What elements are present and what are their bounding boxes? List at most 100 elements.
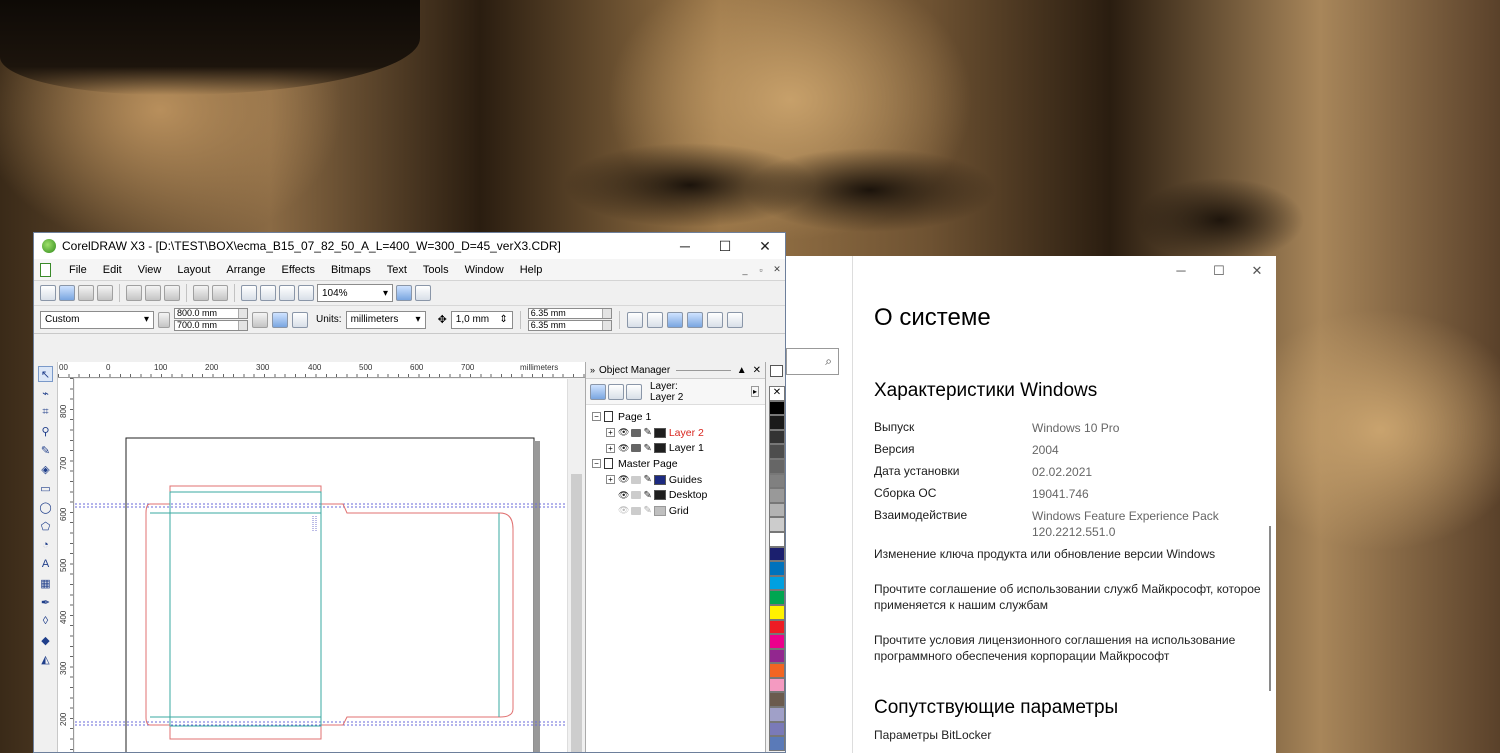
import-icon[interactable] [241, 285, 257, 301]
pencil-icon[interactable]: ✎ [643, 443, 651, 454]
collapse-icon[interactable]: − [592, 412, 601, 422]
layer-manager-view-icon[interactable] [626, 383, 642, 400]
portrait-icon[interactable] [252, 311, 268, 328]
eye-icon[interactable]: 👁 [618, 505, 629, 516]
color-swatch[interactable] [769, 575, 785, 591]
minimize-button[interactable]: ─ [1162, 256, 1200, 285]
color-swatch[interactable] [769, 546, 785, 562]
color-swatch[interactable] [769, 488, 785, 503]
shape-tool-icon[interactable]: ⌁ [38, 385, 53, 401]
save-icon[interactable] [78, 285, 94, 301]
smart-fill-icon[interactable]: ◈ [38, 461, 53, 477]
tree-node-layer2[interactable]: + 👁 ✎ Layer 2 [586, 425, 765, 441]
landscape-icon[interactable] [272, 311, 288, 328]
color-swatch[interactable] [769, 502, 785, 518]
width-spin-icon[interactable] [238, 309, 247, 318]
copy-icon[interactable] [145, 285, 161, 301]
mdi-minimize-button[interactable]: _ [737, 263, 753, 277]
export-icon[interactable] [260, 285, 276, 301]
snap-objects-icon[interactable] [666, 311, 683, 328]
bitlocker-settings-link[interactable]: Параметры BitLocker [874, 727, 1264, 743]
color-swatch[interactable] [769, 648, 785, 664]
paper-width-field[interactable]: 800.0 mm [174, 308, 248, 319]
paste-icon[interactable] [164, 285, 180, 301]
maximize-button[interactable]: ☐ [705, 233, 745, 259]
pencil-icon[interactable]: ✎ [643, 505, 651, 516]
menu-text[interactable]: Text [379, 264, 415, 276]
flyout-arrow-icon[interactable]: ▸ [750, 386, 759, 397]
document-icon[interactable] [40, 262, 51, 277]
pencil-icon[interactable]: ✎ [643, 490, 651, 501]
paper-height-field[interactable]: 700.0 mm [174, 320, 248, 331]
dynamic-guides-icon[interactable] [686, 311, 703, 328]
polygon-tool-icon[interactable]: ⬠ [38, 518, 53, 534]
tree-node-guides[interactable]: + 👁 ✎ Guides [586, 472, 765, 488]
collapse-icon[interactable]: − [592, 459, 601, 469]
tree-node-desktop[interactable]: 👁 ✎ Desktop [586, 487, 765, 503]
menu-help[interactable]: Help [512, 264, 551, 276]
options-icon[interactable] [726, 311, 743, 328]
pick-tool-icon[interactable]: ↖ [38, 366, 53, 382]
printer-icon[interactable] [631, 506, 642, 515]
nudge-distance-field[interactable]: 1,0 mm ⇕ [450, 310, 513, 329]
tree-node-page1[interactable]: − Page 1 [586, 409, 765, 425]
color-swatch[interactable] [769, 473, 785, 489]
fill-tool-icon[interactable]: ◆ [38, 632, 53, 648]
mdi-restore-button[interactable]: ▫ [753, 263, 769, 277]
menu-arrange[interactable]: Arrange [218, 264, 273, 276]
zoom-tool-icon[interactable]: ⚲ [38, 423, 53, 439]
tree-node-grid[interactable]: 👁 ✎ Grid [586, 503, 765, 519]
scrollbar-thumb[interactable] [571, 474, 582, 752]
snap-grid-icon[interactable] [626, 311, 643, 328]
menu-layout[interactable]: Layout [169, 264, 218, 276]
duplicate-y-field[interactable]: 6.35 mm [527, 320, 612, 331]
tree-node-layer1[interactable]: + 👁 ✎ Layer 1 [586, 440, 765, 456]
eye-icon[interactable]: 👁 [618, 427, 629, 438]
no-fill-swatch[interactable]: ✕ [769, 386, 785, 401]
edit-across-layers-icon[interactable] [608, 383, 624, 400]
coreldraw-titlebar[interactable]: CorelDRAW X3 - [D:\TEST\BOX\ecma_B15_07_… [34, 233, 785, 259]
color-swatch[interactable] [769, 458, 785, 474]
cut-icon[interactable] [126, 285, 142, 301]
settings-titlebar[interactable]: ─ ☐ ✕ [853, 256, 1276, 285]
color-swatch[interactable] [769, 561, 785, 576]
treat-as-filled-icon[interactable] [706, 311, 723, 328]
snap-to-icon[interactable] [415, 285, 431, 301]
expand-icon[interactable]: + [606, 443, 615, 453]
outline-tool-icon[interactable]: ◊ [38, 613, 53, 629]
menu-bitmaps[interactable]: Bitmaps [323, 264, 379, 276]
collapse-icon[interactable]: ▲ [737, 365, 747, 376]
redo-icon[interactable] [212, 285, 228, 301]
undo-icon[interactable] [193, 285, 209, 301]
close-button[interactable]: ✕ [1238, 256, 1276, 285]
basic-shapes-icon[interactable]: ◔ [38, 537, 53, 553]
color-swatch[interactable] [769, 736, 785, 751]
pencil-icon[interactable]: ✎ [643, 427, 651, 438]
minimize-button[interactable]: ─ [665, 233, 705, 259]
color-swatch[interactable] [769, 531, 785, 547]
menu-file[interactable]: File [61, 264, 95, 276]
license-terms-link[interactable]: Прочтите условия лицензионного соглашени… [874, 632, 1264, 664]
snap-guidelines-icon[interactable] [646, 311, 663, 328]
color-swatch[interactable] [769, 400, 785, 416]
units-select[interactable]: millimeters ▾ [345, 310, 426, 329]
freehand-tool-icon[interactable]: ✎ [38, 442, 53, 458]
color-swatch[interactable] [769, 517, 785, 532]
color-swatch[interactable] [769, 590, 785, 605]
rectangle-tool-icon[interactable]: ▭ [38, 480, 53, 496]
printer-icon[interactable] [631, 444, 642, 453]
pencil-icon[interactable]: ✎ [643, 474, 651, 485]
text-tool-icon[interactable]: A [38, 556, 53, 572]
color-swatch[interactable] [769, 707, 785, 722]
maximize-button[interactable]: ☐ [1200, 256, 1238, 285]
color-swatch[interactable] [769, 663, 785, 678]
menu-tools[interactable]: Tools [415, 264, 457, 276]
color-swatch[interactable] [769, 444, 785, 459]
ellipse-tool-icon[interactable]: ◯ [38, 499, 53, 515]
color-swatch[interactable] [769, 604, 785, 620]
height-spin-icon[interactable] [238, 321, 247, 330]
settings-scrollbar[interactable] [1269, 526, 1271, 691]
color-swatch[interactable] [769, 634, 785, 649]
mdi-close-button[interactable]: ✕ [769, 263, 785, 277]
menu-edit[interactable]: Edit [95, 264, 130, 276]
